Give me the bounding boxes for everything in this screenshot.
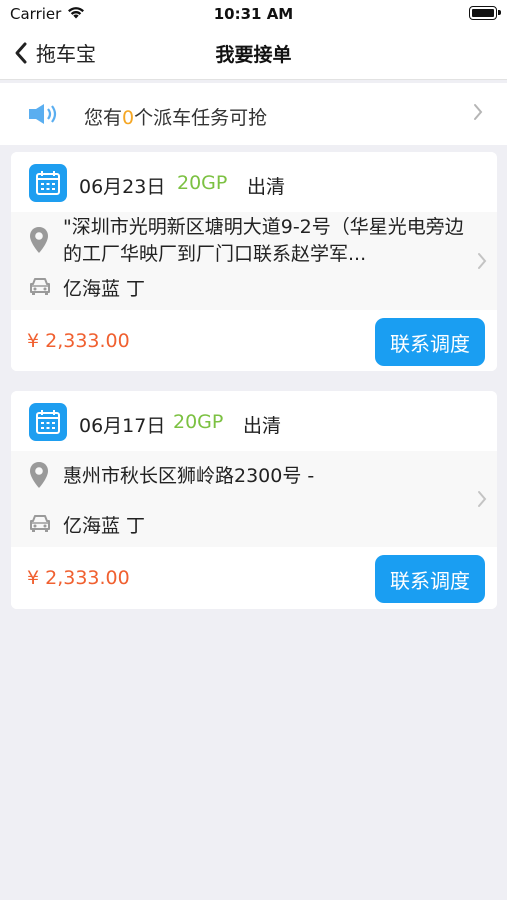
order-details[interactable]: 惠州市秋长区狮岭路2300号 - 亿海蓝 丁 (11, 451, 497, 547)
chevron-right-icon (473, 103, 483, 125)
task-count: 0 (122, 107, 135, 129)
order-price: ¥ 2,333.00 (27, 330, 130, 352)
truck-icon (29, 276, 51, 300)
calendar-icon (29, 403, 67, 441)
driver-name: 亿海蓝 丁 (63, 278, 146, 300)
order-details[interactable]: "深圳市光明新区塘明大道9-2号（华星光电旁边的工厂华映厂到厂门口联系赵学军..… (11, 212, 497, 310)
back-label: 拖车宝 (36, 42, 96, 66)
order-footer: ¥ 2,333.00 联系调度 (11, 310, 497, 371)
pickup-address: "深圳市光明新区塘明大道9-2号（华星光电旁边的工厂华映厂到厂门口联系赵学军..… (63, 216, 464, 265)
contact-dispatcher-button[interactable]: 联系调度 (375, 555, 485, 603)
order-price: ¥ 2,333.00 (27, 567, 130, 589)
status-bar: Carrier 10:31 AM (0, 0, 507, 28)
battery-icon (469, 6, 501, 20)
order-date: 06月17日 (79, 415, 166, 437)
dispatch-notice-row[interactable]: 您有0个派车任务可抢 (0, 83, 507, 145)
notice-prefix: 您有 (84, 107, 123, 129)
chevron-left-icon (14, 41, 28, 65)
status-time: 10:31 AM (213, 5, 294, 23)
order-date: 06月23日 (79, 176, 166, 198)
back-button[interactable]: 拖车宝 (14, 38, 96, 67)
order-card[interactable]: 06月23日 20GP 出清 "深圳市光明新区塘明大道9-2号（华星光电旁边的工… (11, 152, 497, 371)
contact-dispatcher-button[interactable]: 联系调度 (375, 318, 485, 366)
order-status: 出清 (247, 176, 286, 198)
chevron-right-icon (477, 490, 487, 512)
driver-name: 亿海蓝 丁 (63, 515, 146, 537)
order-card[interactable]: 06月17日 20GP 出清 惠州市秋长区狮岭路2300号 - 亿海蓝 丁 ¥ … (11, 391, 497, 609)
order-status: 出清 (243, 415, 282, 437)
container-type: 20GP (173, 411, 224, 433)
speaker-icon (28, 102, 62, 130)
order-header: 06月17日 20GP 出清 (11, 391, 497, 451)
pickup-address: 惠州市秋长区狮岭路2300号 - (63, 465, 315, 487)
navigation-bar: 拖车宝 我要接单 (0, 28, 507, 80)
notice-text: 您有0个派车任务可抢 (84, 103, 267, 130)
container-type: 20GP (177, 172, 228, 194)
truck-icon (29, 513, 51, 537)
location-pin-icon (29, 226, 49, 258)
calendar-icon (29, 164, 67, 202)
order-header: 06月23日 20GP 出清 (11, 152, 497, 212)
notice-suffix: 个派车任务可抢 (134, 107, 268, 129)
order-footer: ¥ 2,333.00 联系调度 (11, 547, 497, 609)
location-pin-icon (29, 461, 49, 493)
chevron-right-icon (477, 252, 487, 274)
